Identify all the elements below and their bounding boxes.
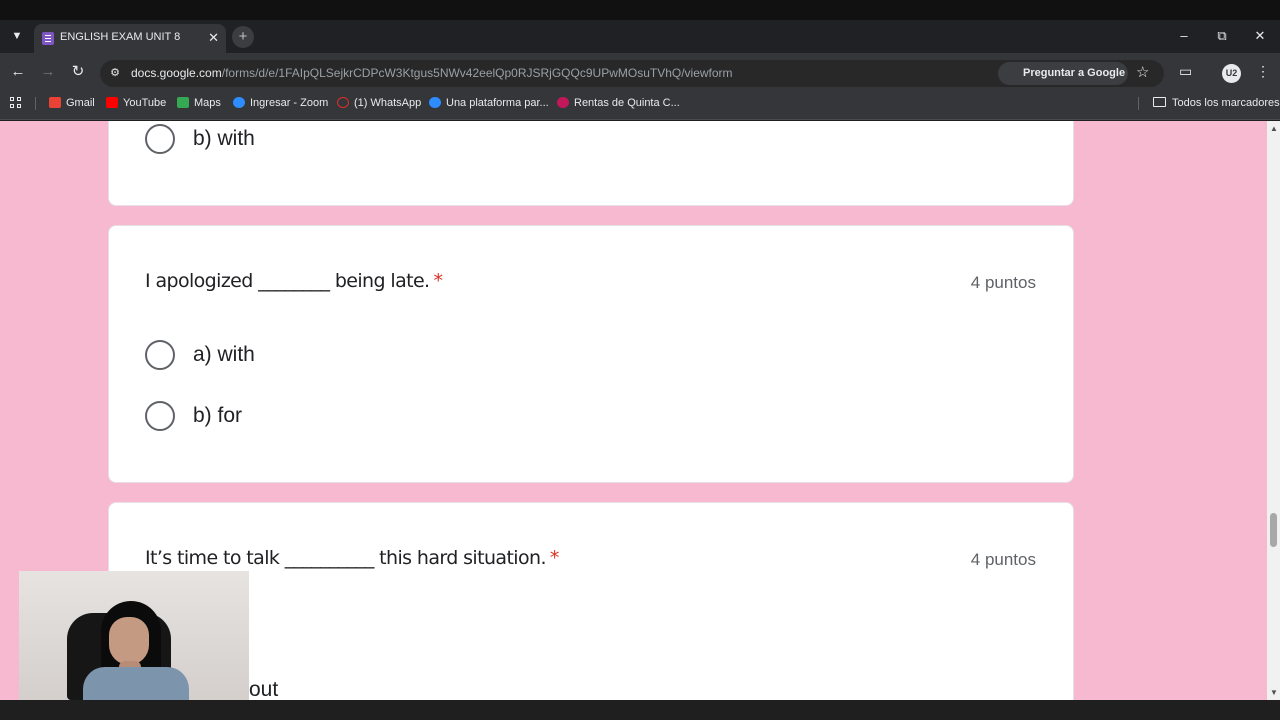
question-points: 4 puntos <box>970 273 1036 292</box>
site-info-icon[interactable]: ⚙ <box>108 66 122 80</box>
option-label: b) for <box>193 404 243 427</box>
webcam-overlay <box>19 571 249 700</box>
bookmark-rentas[interactable]: Rentas de Quinta C... <box>557 96 680 112</box>
url-path: /forms/d/e/1FAIpQLSejkrCDPcW3Ktgus5NWv42… <box>221 66 733 80</box>
bookmarks-divider <box>35 97 36 110</box>
zoom-icon <box>233 97 245 108</box>
maps-icon <box>177 97 189 108</box>
bookmark-label: Maps <box>194 97 221 109</box>
scrollbar-thumb[interactable] <box>1270 513 1277 547</box>
question-card-previous: b) with <box>108 121 1074 206</box>
apps-grid-icon[interactable] <box>10 97 22 109</box>
question-title: I apologized ________ being late. * <box>145 270 444 292</box>
restore-icon[interactable]: ⧉ <box>1212 26 1232 46</box>
bookmark-gmail[interactable]: Gmail <box>49 96 95 112</box>
tab-title: ENGLISH EXAM UNIT 8 <box>60 31 181 43</box>
scroll-down-arrow-icon[interactable]: ▼ <box>1270 688 1278 697</box>
youtube-icon <box>106 97 118 108</box>
new-tab-button[interactable]: + <box>232 26 254 48</box>
bookmark-label: (1) WhatsApp <box>354 97 422 109</box>
bookmark-star-icon[interactable]: ☆ <box>1136 63 1149 81</box>
webcam-person-body <box>83 667 189 700</box>
folder-icon <box>1153 97 1166 107</box>
required-asterisk: * <box>433 270 444 292</box>
back-icon[interactable]: ← <box>8 62 28 82</box>
whatsapp-icon <box>337 97 349 108</box>
option-label: b) with <box>193 127 255 150</box>
close-tab-icon[interactable]: ✕ <box>208 30 219 46</box>
window-top-edge <box>0 0 1280 20</box>
bookmark-youtube[interactable]: YouTube <box>106 96 166 112</box>
bookmark-label: Una plataforma par... <box>446 97 549 109</box>
all-bookmarks-folder[interactable]: Todos los marcadores <box>1153 96 1280 112</box>
zoom-icon <box>429 97 441 108</box>
forward-icon[interactable]: → <box>38 62 58 82</box>
radio-button[interactable] <box>145 401 175 431</box>
bookmark-label: Gmail <box>66 97 95 109</box>
gmail-icon <box>49 97 61 108</box>
google-forms-icon <box>42 32 54 45</box>
active-tab[interactable]: ENGLISH EXAM UNIT 8 ✕ <box>34 24 226 53</box>
question-card-apologized: I apologized ________ being late. * 4 pun… <box>108 225 1074 483</box>
bookmark-whatsapp[interactable]: (1) WhatsApp <box>337 96 421 112</box>
question-text: I apologized ________ being late. <box>145 270 430 292</box>
question-title: It’s time to talk __________ this hard s… <box>145 547 559 569</box>
bookmark-label: Rentas de Quinta C... <box>574 97 680 109</box>
ask-google-button[interactable]: Preguntar a Google <box>998 62 1128 85</box>
minimize-icon[interactable]: – <box>1174 26 1194 46</box>
url-text[interactable]: docs.google.com/forms/d/e/1FAIpQLSejkrCD… <box>131 66 733 80</box>
extensions-icon[interactable]: ▭ <box>1179 63 1192 80</box>
page-scrollbar[interactable] <box>1267 121 1280 700</box>
question-card-talk: It’s time to talk __________ this hard s… <box>108 502 1074 700</box>
tab-search-chevron-icon[interactable]: ▼ <box>8 27 26 45</box>
close-window-icon[interactable]: ✕ <box>1250 26 1270 46</box>
radio-button[interactable] <box>145 124 175 154</box>
required-asterisk: * <box>549 547 560 569</box>
radio-button[interactable] <box>145 340 175 370</box>
profile-avatar[interactable]: U2 <box>1222 64 1241 83</box>
bookmark-maps[interactable]: Maps <box>177 96 221 112</box>
question-text: It’s time to talk __________ this hard s… <box>145 547 546 569</box>
question-points: 4 puntos <box>970 550 1036 569</box>
bookmark-label: YouTube <box>123 97 167 109</box>
window-bottom-edge <box>0 700 1280 720</box>
bookmark-plataforma[interactable]: Una plataforma par... <box>429 96 549 112</box>
bookmark-label: Ingresar - Zoom <box>250 97 329 109</box>
url-domain: docs.google.com <box>131 66 222 80</box>
bookmark-zoom[interactable]: Ingresar - Zoom <box>233 96 328 112</box>
all-bookmarks-label: Todos los marcadores <box>1172 97 1280 109</box>
menu-kebab-icon[interactable]: ⋮ <box>1256 63 1270 80</box>
bookmarks-divider-right <box>1138 97 1139 110</box>
option-label: a) with <box>193 343 255 366</box>
rentas-icon <box>557 97 569 108</box>
reload-icon[interactable]: ↻ <box>68 62 88 82</box>
scroll-up-arrow-icon[interactable]: ▲ <box>1270 124 1278 133</box>
option-label: out <box>249 678 279 700</box>
webcam-person-face <box>109 617 149 665</box>
